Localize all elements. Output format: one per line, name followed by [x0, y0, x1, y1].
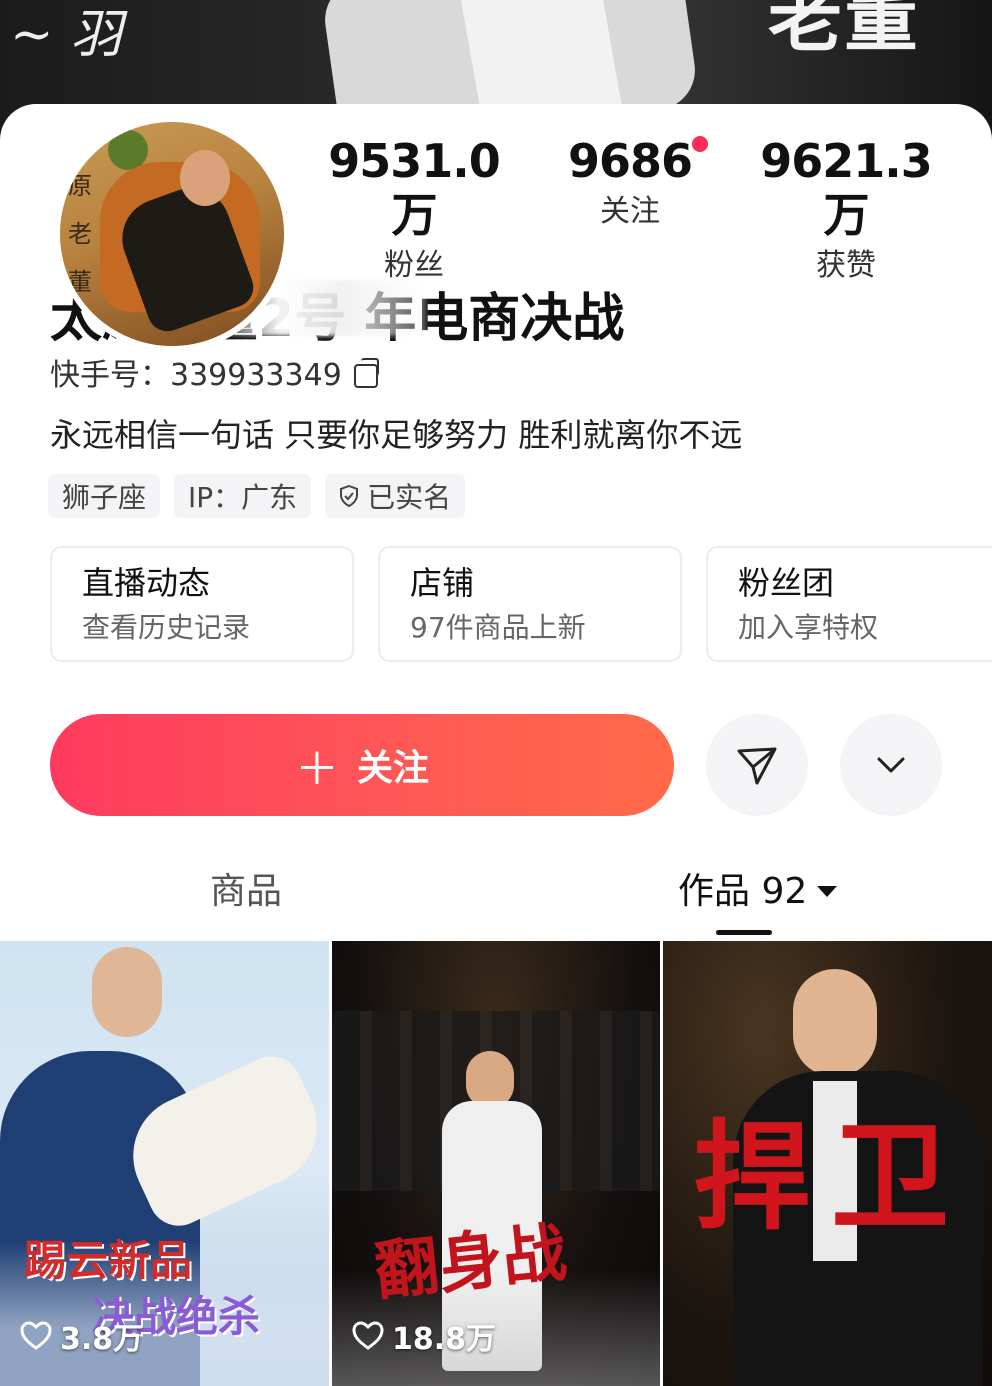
fan-club-card[interactable]: 粉丝团 加入享特权 [706, 546, 992, 662]
tag-verified[interactable]: 已实名 [325, 474, 466, 518]
person-head [793, 969, 877, 1077]
stat-fans[interactable]: 9531.0万 粉丝 [314, 134, 514, 286]
tag-ip: IP：广东 [174, 474, 312, 518]
poster-line1: 踢云新品 [24, 1236, 193, 1285]
feature-boxes: 直播动态 查看历史记录 店铺 97件商品上新 粉丝团 加入享特权 [50, 546, 992, 664]
works-grid: 踢云新品 决战绝杀 3.8万 翻身战 18.8万 捍卫 [0, 941, 992, 1386]
avatar[interactable]: 原老董 [54, 116, 290, 352]
caret-down-icon [817, 886, 838, 897]
content-tabs: 商品 作品 92 [0, 850, 992, 940]
work-item[interactable]: 捍卫 [663, 941, 992, 1386]
stat-fans-value: 9531.0万 [328, 134, 501, 242]
banner-signature: ~ 羽 [10, 5, 123, 65]
tab-works-label: 作品 92 [678, 871, 808, 912]
shield-check-icon [340, 485, 359, 507]
profile-bio: 永远相信一句话 只要你足够努力 胜利就离你不远 [50, 416, 743, 454]
plus-icon: ＋ [294, 744, 339, 795]
like-count-text: 18.8万 [392, 1322, 497, 1357]
more-button[interactable] [840, 714, 942, 816]
banner-overlay-text: 老董 [768, 0, 920, 62]
follow-label: 关注 [356, 748, 429, 789]
live-feed-card[interactable]: 直播动态 查看历史记录 [50, 546, 354, 662]
chevron-down-icon [877, 757, 905, 773]
stat-likes[interactable]: 9621.3万 获赞 [744, 134, 948, 286]
shop-subtitle: 97件商品上新 [410, 611, 586, 644]
shop-title: 店铺 [410, 564, 475, 602]
kuaishou-id-text: 快手号：339933349 [50, 358, 342, 393]
share-button[interactable] [706, 714, 808, 816]
send-icon [737, 747, 777, 785]
stat-likes-value: 9621.3万 [760, 134, 933, 242]
fan-club-title: 粉丝团 [738, 564, 835, 602]
like-count: 18.8万 [352, 1314, 496, 1358]
avatar-text: 原老董 [68, 172, 92, 296]
live-feed-subtitle: 查看历史记录 [82, 611, 251, 644]
new-following-dot [692, 136, 708, 152]
heart-icon [352, 1321, 384, 1350]
stat-following-label: 关注 [600, 194, 660, 229]
copy-icon[interactable] [353, 358, 379, 388]
tab-products[interactable]: 商品 [210, 862, 282, 914]
work-item[interactable]: 踢云新品 决战绝杀 3.8万 [0, 941, 329, 1386]
stat-following-value: 9686 [567, 134, 693, 188]
shop-card[interactable]: 店铺 97件商品上新 [378, 546, 682, 662]
heart-icon [20, 1321, 52, 1350]
fan-club-subtitle: 加入享特权 [738, 611, 879, 644]
profile-tags: 狮子座 IP：广东 已实名 [48, 474, 466, 518]
live-feed-title: 直播动态 [82, 564, 211, 602]
tab-works[interactable]: 作品 92 [678, 862, 838, 914]
like-count-text: 3.8万 [60, 1322, 144, 1357]
tag-verified-label: 已实名 [367, 481, 452, 514]
work-item[interactable]: 翻身战 18.8万 [332, 941, 660, 1386]
kuaishou-id[interactable]: 快手号：339933349 [50, 350, 379, 394]
tag-zodiac: 狮子座 [48, 474, 161, 518]
stat-following[interactable]: 9686 关注 [560, 134, 700, 232]
poster-title: 捍卫 [693, 1107, 970, 1246]
tag-zodiac-label: 狮子座 [62, 481, 147, 514]
stat-likes-label: 获赞 [816, 248, 876, 283]
like-count: 3.8万 [20, 1314, 143, 1358]
avatar-head [180, 150, 230, 206]
follow-button[interactable]: ＋ 关注 [50, 714, 674, 816]
person-head [92, 947, 162, 1037]
active-tab-indicator [716, 930, 772, 935]
tag-ip-label: IP：广东 [188, 481, 298, 514]
